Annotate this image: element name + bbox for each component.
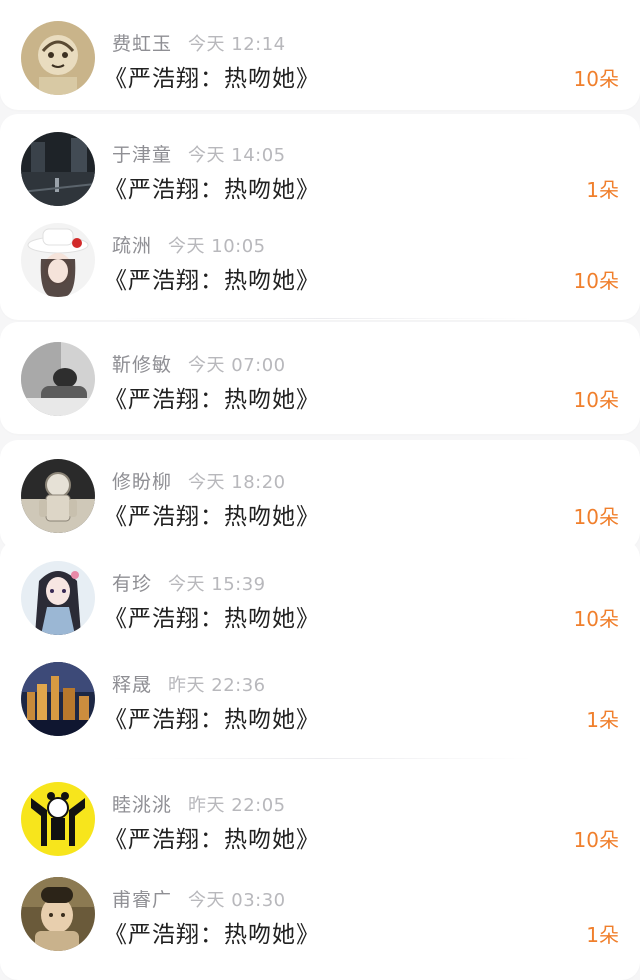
sender-name: 靳修敏 今天 07:00 [112,350,286,377]
sender-name: 甫睿广 今天 03:30 [112,885,286,912]
flower-count: 10朵 [573,269,619,293]
gift-list-item[interactable]: 修盼柳 今天 18:20 《严浩翔：热吻她》 10朵 [0,438,640,548]
gift-message: 《严浩翔：热吻她》 [104,504,320,530]
gift-message: 《严浩翔：热吻她》 [104,827,320,853]
gift-list-item[interactable]: 释晟 昨天 22:36 《严浩翔：热吻她》 1朵 [0,641,640,751]
timestamp: 今天 12:14 [188,34,286,55]
timestamp: 今天 03:30 [188,890,286,911]
gift-list-item[interactable]: 睦洮洮 昨天 22:05 《严浩翔：热吻她》 10朵 [0,761,640,871]
flower-count: 1朵 [586,708,619,732]
gift-message: 《严浩翔：热吻她》 [104,387,320,413]
timestamp: 昨天 22:05 [188,795,286,816]
timestamp: 今天 15:39 [168,574,266,595]
gift-list-item[interactable]: 靳修敏 今天 07:00 《严浩翔：热吻她》 10朵 [0,321,640,431]
sender-name-text: 费虹玉 [112,33,173,55]
yellow-cartoon-avatar [21,782,95,856]
sender-name: 费虹玉 今天 12:14 [112,29,286,56]
astronaut-avatar [21,459,95,533]
sender-name-text: 疏洲 [112,235,153,257]
sender-name: 修盼柳 今天 18:20 [112,467,286,494]
sender-name-text: 睦洮洮 [112,794,173,816]
timestamp: 今天 18:20 [188,472,286,493]
sender-name-text: 修盼柳 [112,471,173,493]
gift-message: 《严浩翔：热吻她》 [104,606,320,632]
flower-count: 10朵 [573,607,619,631]
gift-message: 《严浩翔：热吻她》 [104,268,320,294]
flower-count: 1朵 [586,178,619,202]
gift-message: 《严浩翔：热吻她》 [104,707,320,733]
flower-count: 10朵 [573,505,619,529]
sender-name-text: 靳修敏 [112,354,173,376]
timestamp: 今天 14:05 [188,145,286,166]
divider [112,318,532,319]
gift-message: 《严浩翔：热吻她》 [104,177,320,203]
sender-name-text: 于津童 [112,144,173,166]
timestamp: 今天 07:00 [188,355,286,376]
timestamp: 今天 10:05 [168,236,266,257]
anime-girl-avatar [21,561,95,635]
flower-count: 10朵 [573,828,619,852]
blurry-photo-avatar [21,877,95,951]
sender-name: 睦洮洮 昨天 22:05 [112,790,286,817]
flower-count: 1朵 [586,923,619,947]
divider [112,758,532,759]
sender-name-text: 甫睿广 [112,889,173,911]
gift-list-item[interactable]: 甫睿广 今天 03:30 《严浩翔：热吻她》 1朵 [0,856,640,966]
flower-count: 10朵 [573,388,619,412]
girl-white-hat-avatar [21,223,95,297]
gift-list-item[interactable]: 疏洲 今天 10:05 《严浩翔：热吻她》 10朵 [0,202,640,312]
sender-name: 有珍 今天 15:39 [112,569,266,596]
gift-list-item[interactable]: 费虹玉 今天 12:14 《严浩翔：热吻她》 10朵 [0,0,640,110]
flower-count: 10朵 [573,67,619,91]
dark-street-avatar [21,132,95,206]
sender-name: 释晟 昨天 22:36 [112,670,266,697]
sender-name-text: 释晟 [112,674,153,696]
gift-message: 《严浩翔：热吻她》 [104,66,320,92]
sender-name: 疏洲 今天 10:05 [112,231,266,258]
monochrome-couple-avatar [21,342,95,416]
timestamp: 昨天 22:36 [168,675,266,696]
sender-name: 于津童 今天 14:05 [112,140,286,167]
sender-name-text: 有珍 [112,573,153,595]
gift-list-item[interactable]: 有珍 今天 15:39 《严浩翔：热吻她》 10朵 [0,540,640,650]
illustrated-girl-avatar [21,21,95,95]
city-night-avatar [21,662,95,736]
gift-message: 《严浩翔：热吻她》 [104,922,320,948]
